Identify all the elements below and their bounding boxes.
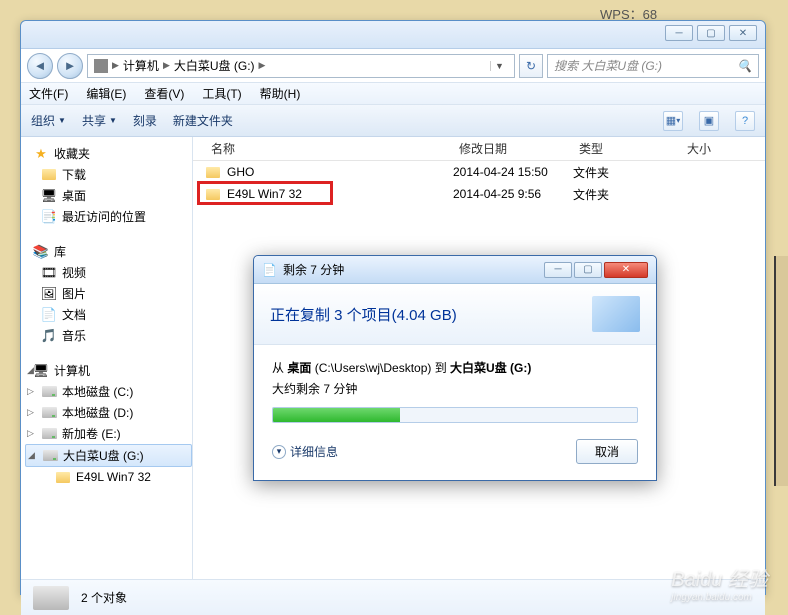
maximize-button[interactable]: ▢: [697, 25, 725, 41]
sidebar-item-drive-e[interactable]: ▷新加卷 (E:): [25, 423, 192, 444]
sidebar-item-drive-g[interactable]: ◢大白菜U盘 (G:): [25, 444, 192, 467]
close-button[interactable]: ✕: [729, 25, 757, 41]
sidebar-item-desktop[interactable]: 🖥桌面: [25, 185, 192, 206]
column-headers: 名称 修改日期 类型 大小: [193, 137, 765, 161]
chevron-right-icon: ▶: [163, 60, 170, 71]
sidebar-item-videos[interactable]: 🎞视频: [25, 262, 192, 283]
search-icon: 🔍: [737, 59, 752, 73]
collapse-icon[interactable]: ◢: [28, 450, 35, 461]
drive-icon: [41, 384, 57, 400]
column-name[interactable]: 名称: [205, 140, 453, 157]
progress-bar: [272, 407, 638, 423]
forward-button[interactable]: ►: [57, 53, 83, 79]
breadcrumb-root[interactable]: 计算机: [123, 57, 159, 74]
chevron-right-icon: ▶: [259, 60, 266, 71]
breadcrumb-drive[interactable]: 大白菜U盘 (G:): [174, 57, 255, 74]
folder-icon: [205, 164, 221, 180]
address-bar[interactable]: ▶ 计算机 ▶ 大白菜U盘 (G:) ▶ ▼: [87, 54, 515, 78]
dialog-header: 正在复制 3 个项目(4.04 GB): [254, 284, 656, 345]
drive-icon: [41, 405, 57, 421]
status-bar: 2 个对象: [21, 579, 765, 615]
menu-view[interactable]: 查看(V): [144, 85, 184, 102]
recent-icon: 📑: [41, 209, 57, 225]
search-placeholder: 搜索 大白菜U盘 (G:): [554, 57, 662, 74]
expand-icon[interactable]: ▷: [27, 407, 34, 418]
document-icon: 📄: [41, 307, 57, 323]
favorites-group[interactable]: ★收藏夹: [25, 143, 192, 164]
column-size[interactable]: 大小: [681, 140, 731, 157]
details-toggle[interactable]: ▾ 详细信息: [272, 443, 338, 460]
dialog-maximize-button[interactable]: ▢: [574, 262, 602, 278]
newfolder-button[interactable]: 新建文件夹: [173, 112, 233, 129]
dialog-close-button[interactable]: ✕: [604, 262, 648, 278]
sidebar-item-drive-d[interactable]: ▷本地磁盘 (D:): [25, 402, 192, 423]
file-row[interactable]: GHO 2014-04-24 15:50 文件夹: [193, 161, 765, 183]
dialog-titlebar[interactable]: 📄 剩余 7 分钟 ─ ▢ ✕: [254, 256, 656, 284]
drive-icon: [42, 448, 58, 464]
burn-button[interactable]: 刻录: [133, 112, 157, 129]
cancel-button[interactable]: 取消: [576, 439, 638, 464]
column-type[interactable]: 类型: [573, 140, 681, 157]
sidebar-item-recent[interactable]: 📑最近访问的位置: [25, 206, 192, 227]
drive-icon: [94, 59, 108, 73]
desktop-icon: 🖥: [41, 188, 57, 204]
menu-edit[interactable]: 编辑(E): [86, 85, 126, 102]
help-button[interactable]: ?: [735, 111, 755, 131]
drive-icon: [41, 426, 57, 442]
menu-tools[interactable]: 工具(T): [202, 85, 241, 102]
picture-icon: 🖼: [41, 286, 57, 302]
view-options-button[interactable]: ▦ ▾: [663, 111, 683, 131]
minimize-button[interactable]: ─: [665, 25, 693, 41]
toolbar: 组织 ▼ 共享 ▼ 刻录 新建文件夹 ▦ ▾ ▣ ?: [21, 105, 765, 137]
folder-icon: [41, 167, 57, 183]
music-icon: 🎵: [41, 328, 57, 344]
sidebar-item-pictures[interactable]: 🖼图片: [25, 283, 192, 304]
expand-icon[interactable]: ▷: [27, 428, 34, 439]
progress-fill: [273, 408, 400, 422]
sidebar-item-subfolder[interactable]: E49L Win7 32: [25, 467, 192, 487]
background-decoration: [774, 256, 788, 486]
drive-icon: [33, 586, 69, 610]
navigation-pane: ★收藏夹 下载 🖥桌面 📑最近访问的位置 📚库 🎞视频 🖼图片 📄文档 🎵音乐 …: [21, 137, 193, 579]
dialog-minimize-button[interactable]: ─: [544, 262, 572, 278]
column-date[interactable]: 修改日期: [453, 140, 573, 157]
time-remaining-line: 大约剩余 7 分钟: [272, 380, 638, 397]
library-icon: 📚: [33, 244, 49, 260]
libraries-group[interactable]: 📚库: [25, 241, 192, 262]
computer-group[interactable]: ◢🖥计算机: [25, 360, 192, 381]
share-button[interactable]: 共享 ▼: [82, 112, 117, 129]
organize-button[interactable]: 组织 ▼: [31, 112, 66, 129]
menu-bar: 文件(F) 编辑(E) 查看(V) 工具(T) 帮助(H): [21, 83, 765, 105]
copy-progress-dialog: 📄 剩余 7 分钟 ─ ▢ ✕ 正在复制 3 个项目(4.04 GB) 从 桌面…: [253, 255, 657, 481]
refresh-button[interactable]: ↻: [519, 54, 543, 78]
copy-icon: 📄: [262, 263, 277, 277]
sidebar-item-drive-c[interactable]: ▷本地磁盘 (C:): [25, 381, 192, 402]
copy-animation-icon: [592, 296, 640, 332]
expand-icon[interactable]: ▷: [27, 386, 34, 397]
menu-help[interactable]: 帮助(H): [260, 85, 301, 102]
sidebar-item-downloads[interactable]: 下载: [25, 164, 192, 185]
sidebar-item-music[interactable]: 🎵音乐: [25, 325, 192, 346]
watermark: Baidu 经验 jingyan.baidu.com: [671, 563, 768, 603]
search-input[interactable]: 搜索 大白菜U盘 (G:) 🔍: [547, 54, 759, 78]
sidebar-item-documents[interactable]: 📄文档: [25, 304, 192, 325]
address-dropdown[interactable]: ▼: [490, 61, 508, 71]
dialog-title: 剩余 7 分钟: [283, 261, 344, 278]
preview-pane-button[interactable]: ▣: [699, 111, 719, 131]
navigation-row: ◄ ► ▶ 计算机 ▶ 大白菜U盘 (G:) ▶ ▼ ↻ 搜索 大白菜U盘 (G…: [21, 49, 765, 83]
copy-path-line: 从 桌面 (C:\Users\wj\Desktop) 到 大白菜U盘 (G:): [272, 359, 638, 376]
annotation-highlight: [197, 181, 333, 205]
back-button[interactable]: ◄: [27, 53, 53, 79]
chevron-down-icon: ▾: [272, 445, 286, 459]
chevron-right-icon: ▶: [112, 60, 119, 71]
folder-icon: [55, 469, 71, 485]
menu-file[interactable]: 文件(F): [29, 85, 68, 102]
status-text: 2 个对象: [81, 589, 127, 606]
titlebar: ─ ▢ ✕: [21, 21, 765, 49]
star-icon: ★: [33, 146, 49, 162]
video-icon: 🎞: [41, 265, 57, 281]
copy-summary: 正在复制 3 个项目(4.04 GB): [270, 304, 457, 325]
collapse-icon[interactable]: ◢: [27, 365, 34, 376]
computer-icon: 🖥: [33, 363, 49, 379]
